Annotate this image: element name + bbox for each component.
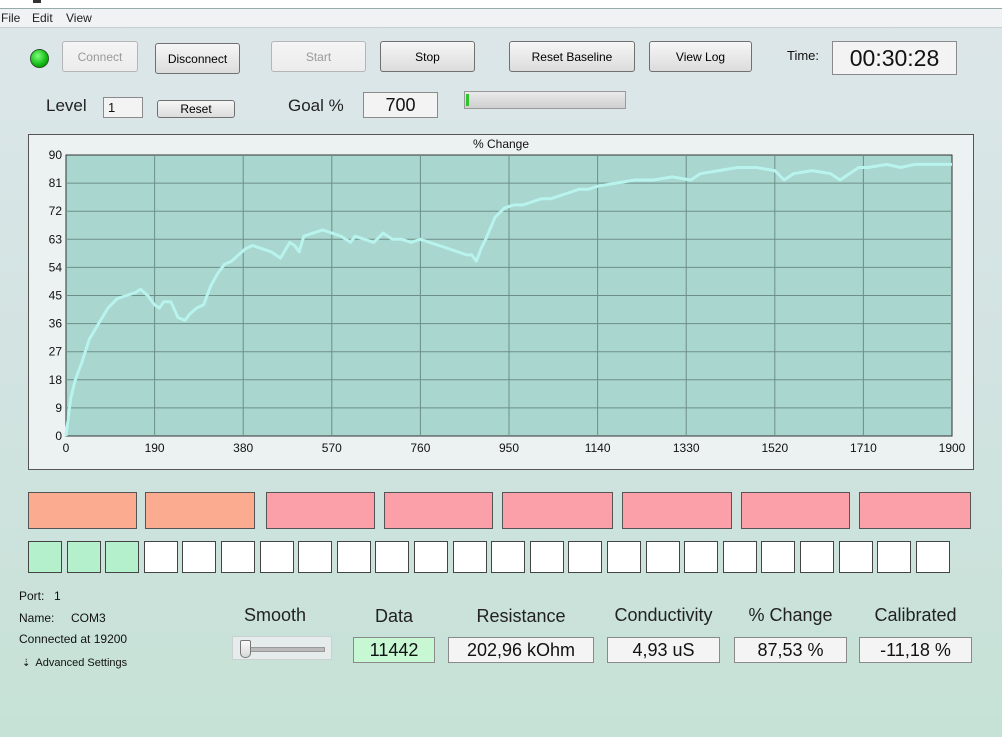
reset-baseline-button[interactable]: Reset Baseline — [509, 41, 635, 72]
y-tick-label: 18 — [49, 373, 63, 387]
view-log-button[interactable]: View Log — [649, 41, 752, 72]
resistance-label: Resistance — [476, 606, 566, 626]
connection-status-led — [30, 49, 49, 68]
indicator-square — [645, 541, 680, 573]
level-reset-button[interactable]: Reset — [157, 100, 235, 118]
indicator-square — [182, 541, 217, 573]
port-label: Port: — [19, 589, 45, 603]
goal-label: Goal % — [288, 96, 344, 115]
y-tick-label: 45 — [49, 289, 63, 303]
time-label: Time: — [787, 48, 820, 63]
slider-track — [241, 647, 325, 652]
indicator-tile — [859, 492, 971, 529]
y-tick-label: 36 — [49, 317, 63, 331]
percent-change-label: % Change — [748, 605, 833, 625]
conductivity-value: 4,93 uS — [607, 637, 720, 663]
start-button[interactable]: Start — [271, 41, 366, 72]
app-icon — [33, 0, 41, 3]
indicator-square — [761, 541, 796, 573]
indicator-tile — [28, 492, 137, 529]
x-tick-label: 1140 — [585, 441, 611, 455]
indicator-square — [414, 541, 448, 573]
goal-progress-bar — [464, 91, 626, 109]
slider-thumb[interactable] — [240, 640, 251, 658]
calibrated-value: -11,18 % — [859, 637, 972, 663]
menu-file[interactable]: File — [1, 11, 20, 25]
x-tick-label: 1520 — [761, 441, 788, 455]
name-label: Name: — [19, 611, 55, 625]
port-value: 1 — [54, 589, 61, 603]
indicator-square — [259, 541, 294, 573]
indicator-square — [877, 541, 912, 573]
connect-button[interactable]: Connect — [62, 41, 138, 72]
name-value: COM3 — [71, 611, 106, 625]
level-label: Level — [46, 96, 87, 115]
indicator-square — [221, 541, 255, 573]
indicator-square — [375, 541, 410, 573]
indicator-tile — [502, 492, 613, 529]
indicator-square — [838, 541, 873, 573]
x-tick-label: 1900 — [939, 441, 966, 455]
indicator-square — [298, 541, 333, 573]
level-field[interactable]: 1 — [103, 97, 143, 118]
y-tick-label: 72 — [49, 204, 63, 218]
chevron-double-down-icon: ⇣ — [22, 658, 31, 669]
x-tick-label: 950 — [499, 441, 519, 455]
calibrated-label: Calibrated — [874, 605, 957, 625]
smooth-label: Smooth — [243, 605, 307, 625]
indicator-square — [684, 541, 719, 573]
indicator-square — [915, 541, 950, 573]
indicator-square — [452, 541, 487, 573]
goal-progress-fill — [466, 94, 469, 106]
indicator-square — [568, 541, 603, 573]
indicator-tile — [741, 492, 850, 529]
indicator-square — [722, 541, 757, 573]
y-tick-label: 0 — [55, 429, 62, 443]
x-tick-label: 380 — [233, 441, 253, 455]
indicator-tile — [384, 492, 493, 529]
conductivity-label: Conductivity — [614, 605, 713, 625]
indicator-square — [28, 541, 62, 573]
stop-button[interactable]: Stop — [380, 41, 475, 72]
y-tick-label: 27 — [49, 345, 63, 359]
indicator-tile — [145, 492, 255, 529]
x-tick-label: 0 — [63, 441, 70, 455]
indicator-square — [800, 541, 834, 573]
advanced-settings-toggle[interactable]: ⇣ Advanced Settings — [22, 657, 127, 669]
x-tick-label: 190 — [145, 441, 165, 455]
data-value: 11442 — [353, 637, 435, 663]
y-tick-label: 63 — [49, 232, 63, 246]
x-tick-label: 760 — [410, 441, 430, 455]
indicator-square — [607, 541, 641, 573]
data-label: Data — [374, 606, 414, 626]
indicator-square — [529, 541, 564, 573]
menu-bar: File Edit View — [0, 9, 1002, 28]
percent-change-chart: 0 190 380 570 760 950 1140 1330 1520 1710 1900 0 9 18… — [49, 148, 966, 455]
indicator-tile — [622, 492, 732, 529]
x-tick-label: 570 — [322, 441, 342, 455]
percent-change-value: 87,53 % — [734, 637, 847, 663]
smooth-slider[interactable] — [232, 636, 332, 660]
y-tick-label: 9 — [55, 401, 62, 415]
indicator-square — [105, 541, 140, 573]
x-tick-label: 1330 — [673, 441, 700, 455]
y-tick-label: 81 — [49, 176, 63, 190]
indicator-square — [336, 541, 371, 573]
advanced-settings-label: Advanced Settings — [35, 657, 128, 669]
indicator-square — [143, 541, 178, 573]
x-tick-label: 1710 — [850, 441, 877, 455]
window-titlebar — [0, 0, 1002, 9]
y-tick-label: 90 — [49, 148, 63, 162]
indicator-square — [491, 541, 526, 573]
time-display: 00:30:28 — [832, 41, 957, 75]
resistance-value: 202,96 kOhm — [448, 637, 594, 663]
menu-view[interactable]: View — [66, 11, 92, 25]
menu-edit[interactable]: Edit — [32, 11, 53, 25]
indicator-square — [66, 541, 101, 573]
y-tick-label: 54 — [49, 260, 63, 274]
indicator-tile — [266, 492, 375, 529]
disconnect-button[interactable]: Disconnect — [155, 43, 240, 74]
goal-value[interactable]: 700 — [363, 92, 438, 118]
connection-status: Connected at 19200 — [19, 632, 128, 646]
